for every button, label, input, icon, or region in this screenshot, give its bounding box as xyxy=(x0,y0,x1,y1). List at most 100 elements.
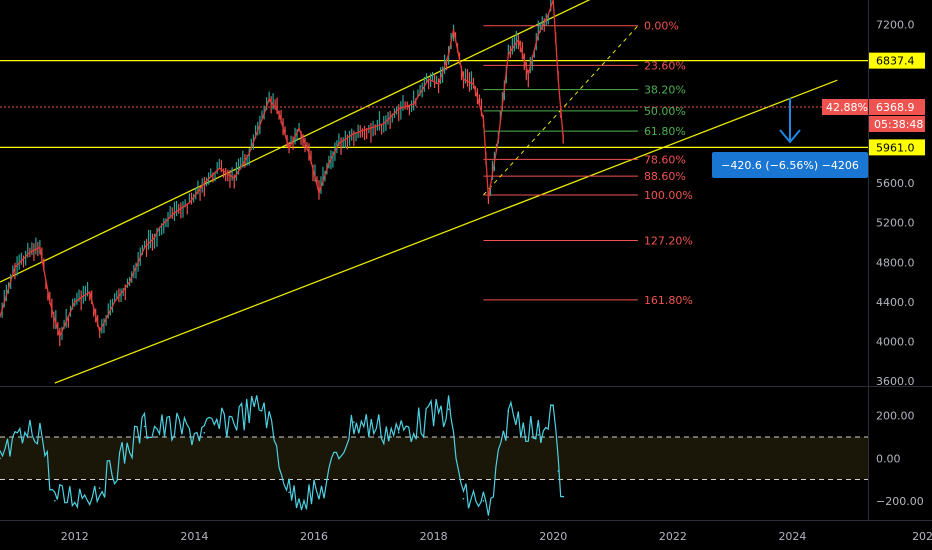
fib-level-label-1: 23.60% xyxy=(644,59,686,72)
price-point-34 xyxy=(427,78,430,80)
oscillator-band-fill xyxy=(0,436,868,480)
price-point-13 xyxy=(158,226,161,229)
oscillator-point-5 xyxy=(203,431,206,434)
oscillator-point-10 xyxy=(397,431,400,434)
price-point-15 xyxy=(188,202,191,204)
fib-level-label-4: 61.80% xyxy=(644,125,686,138)
horizontal-level-tag-label-0: 6837.4 xyxy=(876,55,915,68)
price-point-19 xyxy=(248,152,250,155)
price-point-45 xyxy=(527,73,530,76)
price-point-17 xyxy=(218,167,221,170)
fib-level-label-0: 0.00% xyxy=(644,20,679,33)
time-tick-label-6: 2024 xyxy=(778,530,806,543)
price-point-16 xyxy=(203,182,206,184)
oscillator-point-3 xyxy=(98,487,101,489)
price-point-28 xyxy=(338,142,340,145)
price-point-26 xyxy=(318,192,320,194)
oscillator-point-8 xyxy=(318,495,320,498)
fib-level-label-5: 78.60% xyxy=(644,153,686,166)
price-point-8 xyxy=(98,330,101,333)
price-point-42 xyxy=(497,137,500,140)
fib-level-label-2: 38.20% xyxy=(644,84,686,97)
price-tick-label-8: 4000.0 xyxy=(876,335,915,348)
price-point-32 xyxy=(397,108,400,110)
price-point-24 xyxy=(298,127,300,130)
price-point-7 xyxy=(88,291,91,293)
channel-line-0 xyxy=(0,0,591,283)
price-point-10 xyxy=(128,281,131,283)
price-point-40 xyxy=(482,117,485,120)
current-price-percent-label: 42.88% xyxy=(826,101,868,114)
price-point-18 xyxy=(233,177,236,179)
price-point-41 xyxy=(487,197,490,199)
oscillator-point-1 xyxy=(39,425,41,428)
price-tick-label-4: 5600.0 xyxy=(876,177,915,190)
price-point-4 xyxy=(49,301,51,303)
price-point-35 xyxy=(437,83,440,85)
price-point-47 xyxy=(547,14,550,16)
price-point-46 xyxy=(537,33,540,36)
price-point-9 xyxy=(113,301,116,303)
fib-level-label-9: 161.80% xyxy=(644,294,693,307)
oscillator-point-15 xyxy=(507,410,510,413)
oscillator-tick-label-0: 200.00 xyxy=(876,410,915,423)
price-point-5 xyxy=(59,335,61,338)
price-point-3 xyxy=(39,246,41,249)
price-point-43 xyxy=(507,53,510,56)
oscillator-point-18 xyxy=(557,470,560,472)
price-point-29 xyxy=(353,132,355,135)
oscillator-point-19 xyxy=(562,495,564,498)
price-point-12 xyxy=(153,236,156,239)
oscillator-point-16 xyxy=(537,434,540,436)
price-point-33 xyxy=(412,103,415,105)
time-tick-label-7: 202 xyxy=(912,530,932,543)
oscillator-point-17 xyxy=(552,404,555,406)
oscillator-point-11 xyxy=(447,408,450,411)
price-point-6 xyxy=(73,301,76,303)
price-point-14 xyxy=(173,211,176,214)
oscillator-point-6 xyxy=(263,404,265,406)
oscillator-point-7 xyxy=(288,491,290,494)
price-point-27 xyxy=(328,162,330,165)
oscillator-point-12 xyxy=(462,497,465,500)
chart-svg: 0.00% 23.60% 38.20% 50.00% 61.80% 78.60% 88.60… xyxy=(0,0,932,543)
price-point-30 xyxy=(368,127,370,130)
price-point-23 xyxy=(288,147,290,150)
time-tick-label-4: 2020 xyxy=(539,530,567,543)
channel-line-1 xyxy=(54,79,838,384)
fib-level-label-6: 88.60% xyxy=(644,170,686,183)
price-point-39 xyxy=(472,83,475,85)
time-tick-label-0: 2012 xyxy=(61,530,89,543)
price-point-22 xyxy=(278,113,280,115)
fib-level-label-7: 100.00% xyxy=(644,189,693,202)
time-tick-label-5: 2022 xyxy=(659,530,687,543)
price-point-50 xyxy=(562,137,564,140)
price-point-20 xyxy=(263,113,265,115)
price-tick-label-7: 4400.0 xyxy=(876,296,915,309)
price-tick-label-5: 5200.0 xyxy=(876,217,915,230)
oscillator-point-2 xyxy=(54,500,56,502)
price-point-2 xyxy=(29,251,31,254)
price-moving-average-line xyxy=(0,0,564,339)
countdown-label: 05:38:48 xyxy=(874,118,923,131)
price-tick-label-0: 7200.0 xyxy=(876,19,915,32)
horizontal-level-tag-label-1: 5961.0 xyxy=(876,141,915,154)
current-price-label: 6368.9 xyxy=(876,101,915,114)
time-tick-label-3: 2018 xyxy=(420,530,448,543)
price-tick-label-6: 4800.0 xyxy=(876,256,915,269)
price-point-37 xyxy=(452,28,455,31)
measure-label: −420.6 (−6.56%) −4206 xyxy=(721,159,859,172)
price-tick-label-9: 3600.0 xyxy=(876,375,915,388)
price-point-38 xyxy=(462,78,465,80)
price-point-31 xyxy=(382,122,385,125)
fib-level-label-3: 50.00% xyxy=(644,105,686,118)
oscillator-tick-label-2: −200.00 xyxy=(876,495,924,508)
price-point-49 xyxy=(557,78,560,80)
price-point-25 xyxy=(308,152,310,155)
oscillator-point-13 xyxy=(482,500,485,502)
time-tick-label-1: 2014 xyxy=(180,530,208,543)
price-point-36 xyxy=(447,53,450,56)
price-point-11 xyxy=(143,246,146,249)
fib-level-label-8: 127.20% xyxy=(644,235,693,248)
time-tick-label-2: 2016 xyxy=(300,530,328,543)
